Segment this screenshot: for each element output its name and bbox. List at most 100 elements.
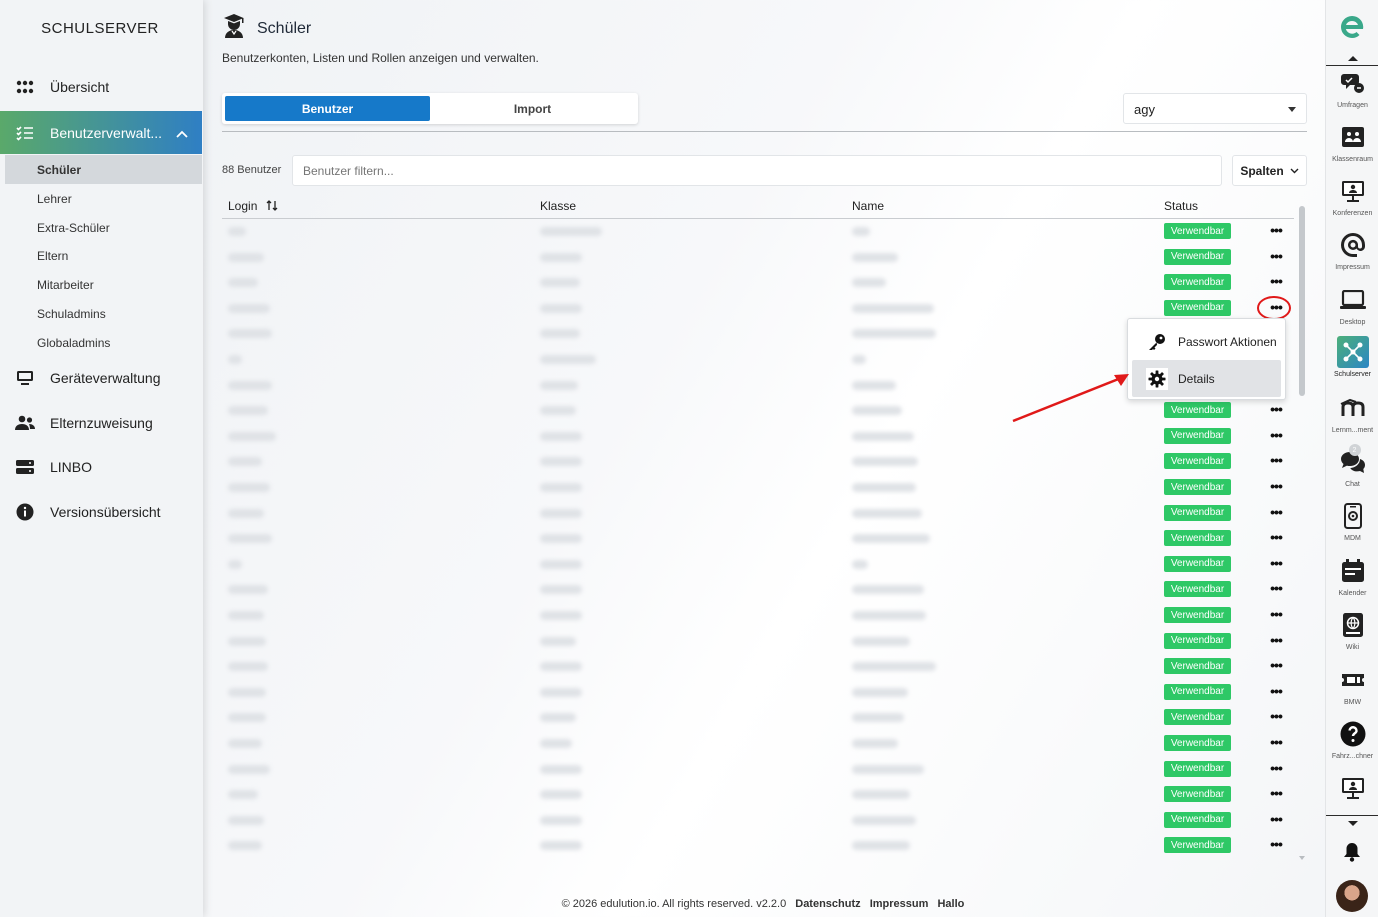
column-header-klasse[interactable]: Klasse	[540, 199, 576, 213]
rail-up-arrow-icon[interactable]	[1348, 56, 1358, 61]
table-row[interactable]: Verwendbar •••	[222, 782, 1294, 808]
table-row[interactable]: Verwendbar •••	[222, 680, 1294, 706]
table-row[interactable]: Verwendbar •••	[222, 449, 1294, 475]
more-actions-icon[interactable]: •••	[1265, 529, 1287, 545]
more-actions-icon[interactable]: •••	[1265, 734, 1287, 750]
table-row[interactable]: Verwendbar •••	[222, 833, 1294, 859]
table-row[interactable]: Verwendbar •••	[222, 731, 1294, 757]
more-actions-icon[interactable]: •••	[1265, 452, 1287, 468]
sidebar-item-eltern[interactable]: Eltern	[5, 241, 202, 270]
status-badge: Verwendbar	[1164, 607, 1231, 623]
redacted-cell	[228, 713, 266, 723]
rail-item-impressum[interactable]: Impressum	[1326, 229, 1378, 271]
sort-icon[interactable]	[266, 200, 278, 211]
rail-item-mdm[interactable]: MDM	[1326, 500, 1378, 542]
more-actions-icon[interactable]: •••	[1265, 555, 1287, 571]
menu-item-passwort-aktionen[interactable]: Passwort Aktionen	[1132, 323, 1281, 360]
school-select[interactable]: agy	[1123, 93, 1307, 124]
rail-item-lernmanagement[interactable]: Lernm...ment	[1326, 392, 1378, 434]
rail-item-more[interactable]	[1326, 772, 1378, 814]
more-actions-icon[interactable]: •••	[1265, 222, 1287, 238]
table-row[interactable]: Verwendbar •••	[222, 808, 1294, 834]
sidebar-item-extra-schueler[interactable]: Extra-Schüler	[5, 213, 202, 242]
rail-item-bmw[interactable]: BMW	[1326, 664, 1378, 706]
tab-benutzer[interactable]: Benutzer	[225, 96, 430, 121]
footer-link-impressum[interactable]: Impressum	[870, 898, 929, 910]
nav-elternzuweisung[interactable]: Elternzuweisung	[0, 401, 202, 445]
redacted-cell	[540, 790, 582, 800]
table-row[interactable]: Verwendbar •••	[222, 219, 1294, 245]
column-header-login[interactable]: Login	[228, 199, 278, 213]
table-row[interactable]: Verwendbar •••	[222, 398, 1294, 424]
rail-item-kalender[interactable]: Kalender	[1326, 555, 1378, 597]
sidebar-item-schueler[interactable]: Schüler	[5, 155, 202, 184]
table-row[interactable]: Verwendbar •••	[222, 270, 1294, 296]
table-row[interactable]: Verwendbar •••	[222, 603, 1294, 629]
rail-item-chat[interactable]: 2 Chat	[1326, 444, 1378, 488]
table-row[interactable]: Verwendbar •••	[222, 577, 1294, 603]
footer-link-hallo[interactable]: Hallo	[937, 898, 964, 910]
footer-link-datenschutz[interactable]: Datenschutz	[795, 898, 860, 910]
table-row[interactable]: Verwendbar •••	[222, 475, 1294, 501]
nav-uebersicht[interactable]: Übersicht	[0, 65, 202, 109]
table-row[interactable]: Verwendbar •••	[222, 526, 1294, 552]
columns-button[interactable]: Spalten	[1232, 155, 1307, 186]
more-actions-icon[interactable]: •••	[1265, 504, 1287, 520]
table-row[interactable]: Verwendbar •••	[222, 629, 1294, 655]
rail-item-umfragen[interactable]: Umfragen	[1326, 67, 1378, 109]
more-actions-icon[interactable]: •••	[1265, 427, 1287, 443]
table-scrollbar[interactable]	[1299, 196, 1305, 864]
rail-item-wiki[interactable]: Wiki	[1326, 609, 1378, 651]
more-actions-icon[interactable]: •••	[1265, 683, 1287, 699]
rail-item-desktop[interactable]: Desktop	[1326, 284, 1378, 326]
column-header-name[interactable]: Name	[852, 199, 884, 213]
more-actions-icon[interactable]: •••	[1265, 606, 1287, 622]
tab-import[interactable]: Import	[430, 96, 635, 121]
more-actions-icon[interactable]: •••	[1265, 632, 1287, 648]
more-actions-icon[interactable]: •••	[1265, 811, 1287, 827]
table-row[interactable]: Verwendbar •••	[222, 705, 1294, 731]
column-header-status[interactable]: Status	[1164, 199, 1198, 213]
chevron-up-icon[interactable]	[176, 125, 188, 141]
more-actions-icon[interactable]: •••	[1265, 785, 1287, 801]
more-actions-icon[interactable]: •••	[1265, 580, 1287, 596]
redacted-cell	[540, 278, 580, 288]
scroll-down-arrow-icon[interactable]	[1299, 856, 1305, 860]
nav-linbo[interactable]: LINBO	[0, 445, 202, 489]
more-actions-icon[interactable]: •••	[1265, 478, 1287, 494]
rail-item-fahrzeugrechner[interactable]: Fahrz...chner	[1326, 718, 1378, 760]
table-row[interactable]: Verwendbar •••	[222, 424, 1294, 450]
table-row[interactable]: Verwendbar •••	[222, 654, 1294, 680]
sidebar-item-schuladmins[interactable]: Schuladmins	[5, 299, 202, 328]
redacted-cell	[852, 790, 910, 800]
user-filter-input[interactable]	[292, 155, 1222, 186]
table-row[interactable]: Verwendbar •••	[222, 757, 1294, 783]
more-actions-icon[interactable]: •••	[1265, 708, 1287, 724]
nav-geraeteverwaltung[interactable]: Geräteverwaltung	[0, 356, 202, 400]
sidebar-item-globaladmins[interactable]: Globaladmins	[5, 328, 202, 357]
more-actions-icon[interactable]: •••	[1265, 401, 1287, 417]
nav-versionsuebersicht[interactable]: Versionsübersicht	[0, 490, 202, 534]
sidebar-item-lehrer[interactable]: Lehrer	[5, 184, 202, 213]
bell-icon[interactable]	[1343, 842, 1361, 867]
edulution-logo[interactable]	[1339, 14, 1365, 47]
table-row[interactable]: Verwendbar •••	[222, 501, 1294, 527]
server-icon	[0, 459, 50, 475]
rail-item-klassenraum[interactable]: Klassenraum	[1326, 121, 1378, 163]
more-actions-icon[interactable]: •••	[1265, 273, 1287, 289]
more-actions-icon[interactable]: •••	[1265, 760, 1287, 776]
more-actions-icon[interactable]: •••	[1265, 248, 1287, 264]
table-row[interactable]: Verwendbar •••	[222, 245, 1294, 271]
more-actions-icon[interactable]: •••	[1265, 836, 1287, 852]
redacted-cell	[228, 662, 268, 672]
nav-benutzerverwaltung[interactable]: Benutzerverwalt...	[0, 111, 202, 154]
rail-item-schulserver[interactable]: Schulserver	[1326, 336, 1378, 378]
user-avatar[interactable]	[1336, 880, 1368, 912]
scrollbar-thumb[interactable]	[1299, 206, 1305, 396]
rail-down-arrow-icon[interactable]	[1348, 821, 1358, 826]
more-actions-icon[interactable]: •••	[1265, 657, 1287, 673]
table-row[interactable]: Verwendbar •••	[222, 552, 1294, 578]
menu-item-details[interactable]: Details	[1132, 360, 1281, 397]
rail-item-konferenzen[interactable]: Konferenzen	[1326, 175, 1378, 217]
sidebar-item-mitarbeiter[interactable]: Mitarbeiter	[5, 270, 202, 299]
